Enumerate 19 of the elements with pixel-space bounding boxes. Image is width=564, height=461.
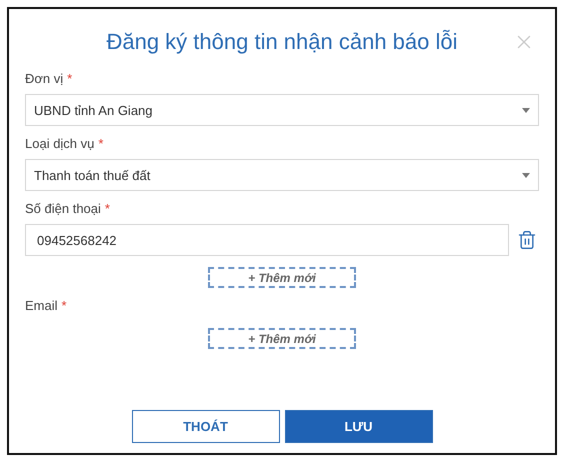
caret-icon xyxy=(522,108,530,112)
required-mark: * xyxy=(67,71,72,86)
add-button[interactable]: + Thêm mới xyxy=(208,328,356,349)
required-mark: * xyxy=(104,201,110,216)
field-label: Số điện thoại xyxy=(25,201,101,216)
add-button[interactable]: + Thêm mới xyxy=(208,267,356,288)
input-field[interactable]: 09452568242 xyxy=(25,224,509,256)
dropdown[interactable]: UBND tỉnh An Giang xyxy=(25,94,539,126)
field-label: Đơn vị xyxy=(25,71,64,86)
dialog-title: Đăng ký thông tin nhận cảnh báo lỗi xyxy=(106,29,458,56)
field-label: Loại dịch vụ xyxy=(25,136,94,151)
trash-icon[interactable] xyxy=(517,230,537,250)
required-mark: * xyxy=(62,298,67,313)
required-mark: * xyxy=(98,136,104,151)
caret-icon xyxy=(522,172,530,178)
exit-button[interactable]: THOÁT xyxy=(132,410,280,443)
field-label: Email xyxy=(25,298,58,313)
save-button[interactable]: LƯU xyxy=(284,410,432,443)
dropdown[interactable]: Thanh toán thuế đất xyxy=(25,159,539,191)
